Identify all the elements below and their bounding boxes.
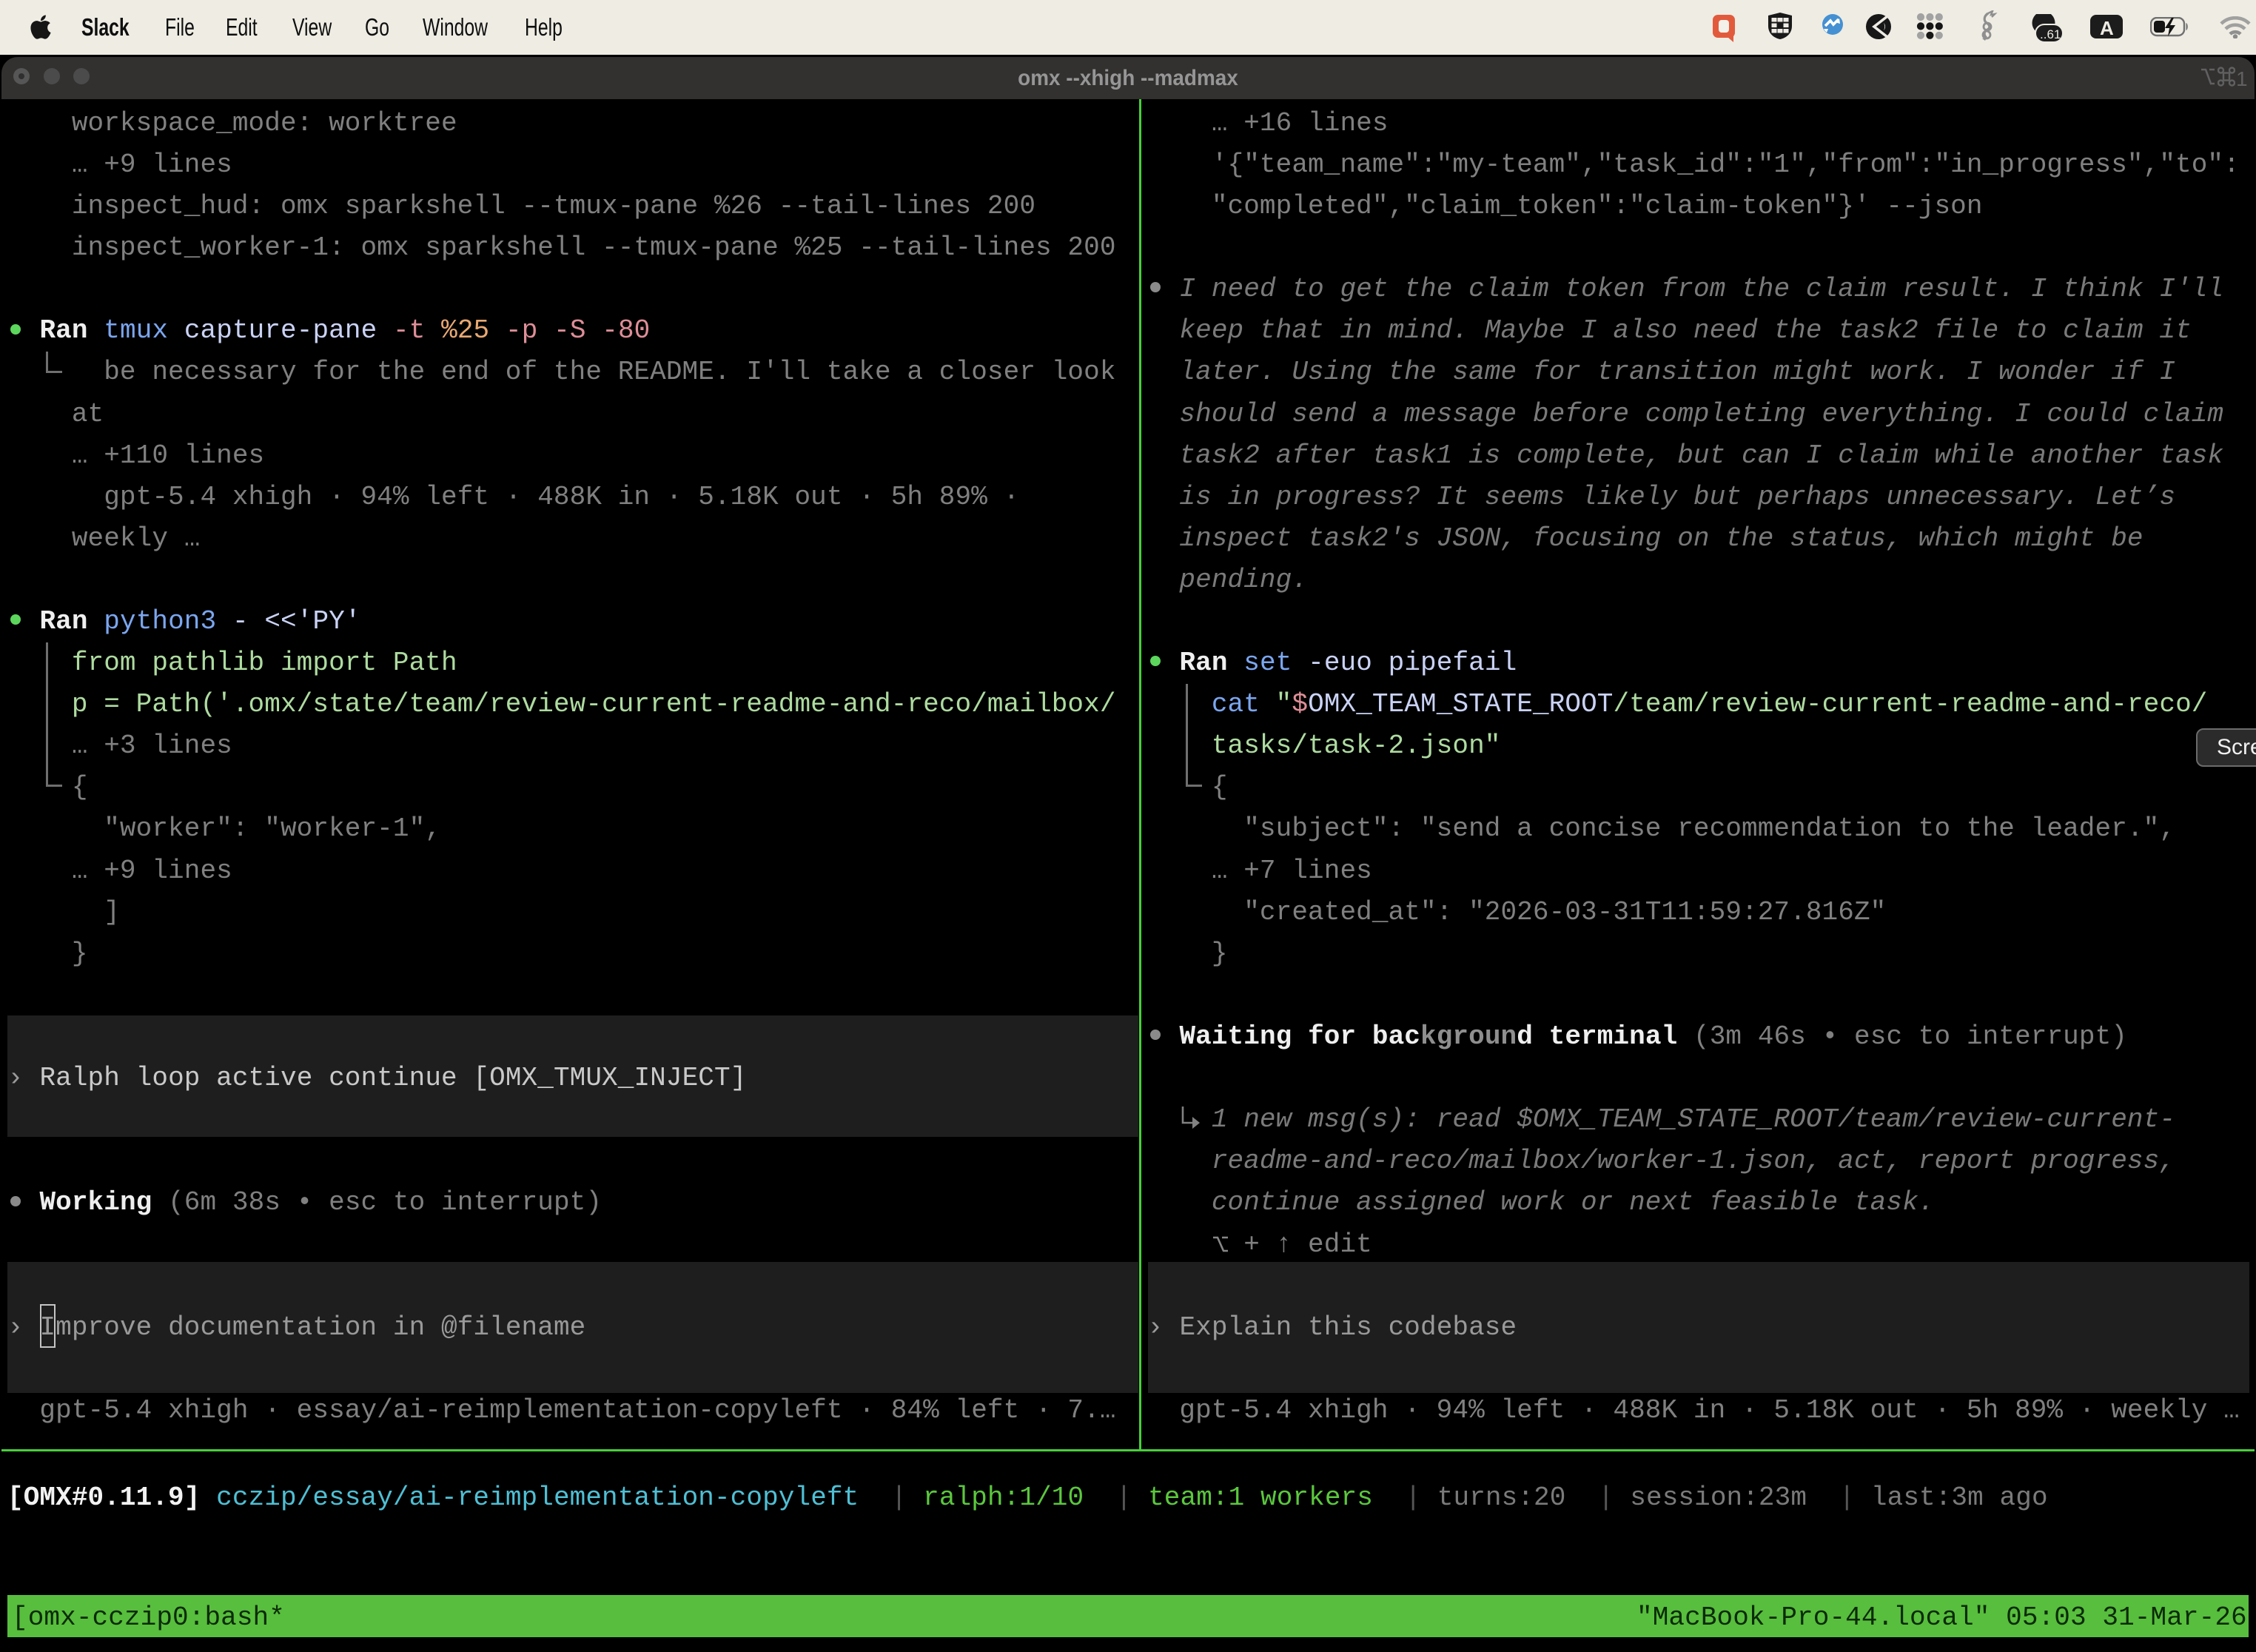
svg-text:A: A: [2100, 17, 2114, 38]
svg-text:..61: ..61: [2040, 27, 2061, 41]
